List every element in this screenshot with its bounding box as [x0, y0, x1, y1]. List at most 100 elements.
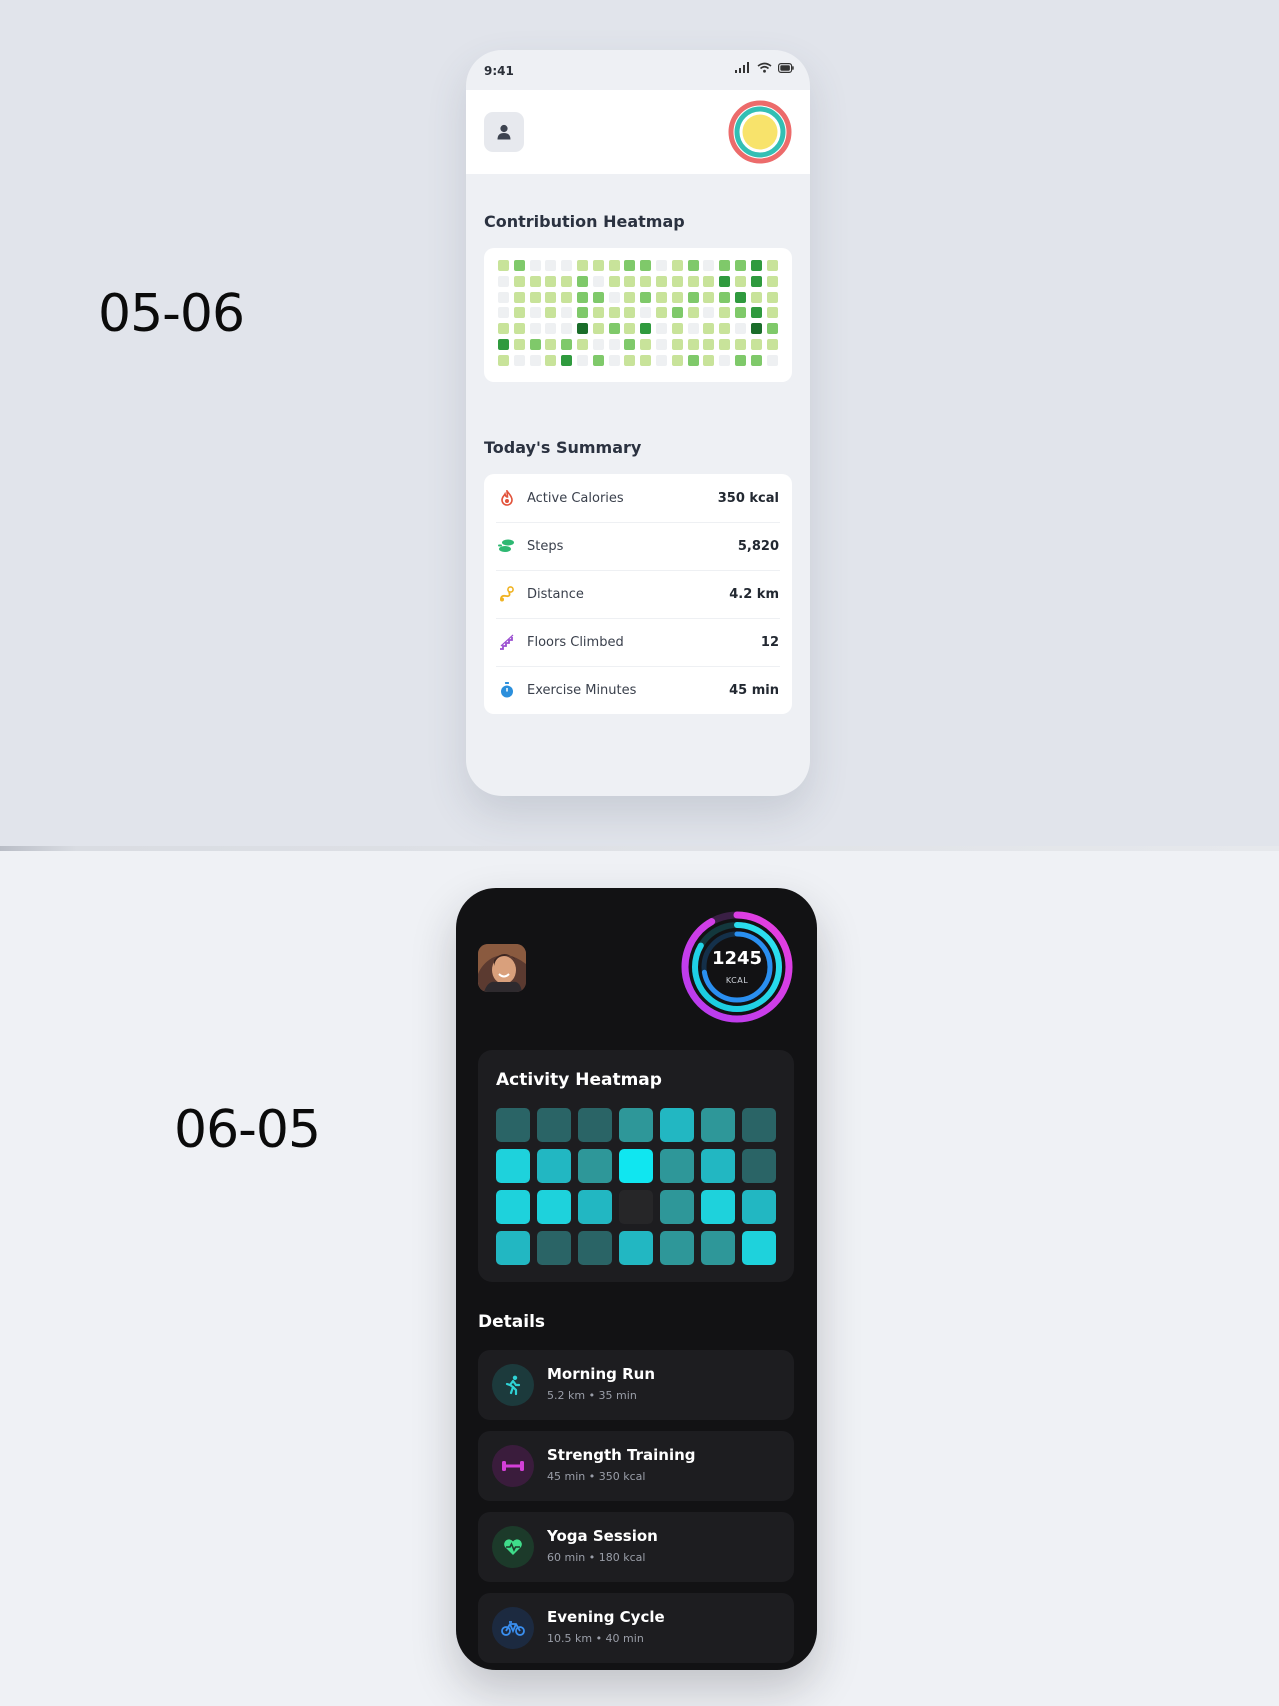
heatmap-cell[interactable] [496, 1149, 530, 1183]
heatmap-cell[interactable] [496, 1231, 530, 1265]
heatmap-cell[interactable] [576, 338, 588, 350]
heatmap-cell[interactable] [640, 291, 652, 303]
heatmap-cell[interactable] [703, 260, 715, 271]
heatmap-cell[interactable] [529, 323, 541, 335]
heatmap-cell[interactable] [703, 307, 715, 319]
heatmap-cell[interactable] [750, 354, 762, 366]
heatmap-cell[interactable] [561, 291, 573, 303]
heatmap-cell[interactable] [608, 307, 620, 319]
heatmap-cell[interactable] [734, 323, 746, 335]
heatmap-cell[interactable] [529, 275, 541, 287]
heatmap-cell[interactable] [766, 291, 778, 303]
heatmap-cell[interactable] [687, 307, 699, 319]
heatmap-cell[interactable] [576, 275, 588, 287]
summary-row-distance[interactable]: Distance 4.2 km [484, 570, 792, 618]
heatmap-cell[interactable] [498, 260, 509, 271]
heatmap-cell[interactable] [498, 307, 509, 319]
heatmap-cell[interactable] [719, 307, 731, 319]
heatmap-cell[interactable] [545, 291, 557, 303]
heatmap-cell[interactable] [640, 260, 652, 271]
activity-ring[interactable] [728, 100, 792, 164]
heatmap-cell[interactable] [640, 307, 652, 319]
heatmap-cell[interactable] [545, 260, 557, 271]
heatmap-cell[interactable] [640, 354, 652, 366]
heatmap-cell[interactable] [766, 354, 778, 366]
heatmap-cell[interactable] [498, 354, 509, 366]
activity-item-evening-cycle[interactable]: Evening Cycle 10.5 km • 40 min [478, 1593, 794, 1663]
heatmap-cell[interactable] [513, 338, 525, 350]
heatmap-cell[interactable] [734, 338, 746, 350]
heatmap-cell[interactable] [687, 260, 699, 271]
heatmap-cell[interactable] [766, 260, 778, 271]
heatmap-cell[interactable] [592, 291, 604, 303]
activity-item-strength-training[interactable]: Strength Training 45 min • 350 kcal [478, 1431, 794, 1501]
heatmap-cell[interactable] [734, 307, 746, 319]
heatmap-cell[interactable] [703, 323, 715, 335]
heatmap-cell[interactable] [576, 307, 588, 319]
heatmap-cell[interactable] [578, 1190, 612, 1224]
heatmap-cell[interactable] [719, 338, 731, 350]
heatmap-cell[interactable] [496, 1108, 530, 1142]
heatmap-cell[interactable] [561, 260, 573, 271]
heatmap-cell[interactable] [624, 275, 636, 287]
heatmap-cell[interactable] [750, 260, 762, 271]
heatmap-cell[interactable] [608, 338, 620, 350]
heatmap-cell[interactable] [498, 338, 509, 350]
heatmap-cell[interactable] [734, 354, 746, 366]
heatmap-cell[interactable] [545, 275, 557, 287]
profile-avatar[interactable] [478, 944, 526, 992]
heatmap-cell[interactable] [655, 291, 667, 303]
heatmap-cell[interactable] [608, 354, 620, 366]
heatmap-cell[interactable] [750, 307, 762, 319]
heatmap-cell[interactable] [624, 291, 636, 303]
heatmap-cell[interactable] [766, 307, 778, 319]
heatmap-cell[interactable] [671, 291, 683, 303]
heatmap-cell[interactable] [608, 260, 620, 271]
heatmap-cell[interactable] [545, 338, 557, 350]
heatmap-cell[interactable] [498, 291, 509, 303]
heatmap-cell[interactable] [576, 354, 588, 366]
heatmap-cell[interactable] [608, 291, 620, 303]
heatmap-cell[interactable] [719, 275, 731, 287]
heatmap-cell[interactable] [640, 275, 652, 287]
heatmap-cell[interactable] [537, 1190, 571, 1224]
heatmap-cell[interactable] [660, 1149, 694, 1183]
heatmap-cell[interactable] [529, 260, 541, 271]
heatmap-cell[interactable] [576, 323, 588, 335]
heatmap-cell[interactable] [619, 1108, 653, 1142]
heatmap-cell[interactable] [671, 260, 683, 271]
heatmap-cell[interactable] [496, 1190, 530, 1224]
heatmap-cell[interactable] [750, 338, 762, 350]
heatmap-cell[interactable] [687, 354, 699, 366]
heatmap-cell[interactable] [701, 1190, 735, 1224]
heatmap-cell[interactable] [687, 291, 699, 303]
heatmap-cell[interactable] [719, 291, 731, 303]
heatmap-cell[interactable] [576, 260, 588, 271]
heatmap-cell[interactable] [545, 307, 557, 319]
heatmap-cell[interactable] [703, 338, 715, 350]
heatmap-cell[interactable] [671, 323, 683, 335]
heatmap-cell[interactable] [513, 260, 525, 271]
heatmap-cell[interactable] [624, 354, 636, 366]
heatmap-cell[interactable] [592, 354, 604, 366]
heatmap-cell[interactable] [766, 275, 778, 287]
heatmap-cell[interactable] [640, 323, 652, 335]
heatmap-cell[interactable] [766, 338, 778, 350]
summary-row-steps[interactable]: Steps 5,820 [484, 522, 792, 570]
summary-row-active-calories[interactable]: Active Calories 350 kcal [484, 474, 792, 522]
heatmap-cell[interactable] [537, 1149, 571, 1183]
heatmap-cell[interactable] [671, 338, 683, 350]
heatmap-cell[interactable] [608, 323, 620, 335]
heatmap-cell[interactable] [561, 338, 573, 350]
heatmap-cell[interactable] [640, 338, 652, 350]
heatmap-cell[interactable] [619, 1149, 653, 1183]
heatmap-cell[interactable] [513, 291, 525, 303]
heatmap-cell[interactable] [719, 260, 731, 271]
heatmap-cell[interactable] [619, 1190, 653, 1224]
heatmap-cell[interactable] [742, 1149, 776, 1183]
heatmap-cell[interactable] [766, 323, 778, 335]
heatmap-cell[interactable] [687, 323, 699, 335]
heatmap-cell[interactable] [701, 1231, 735, 1265]
heatmap-cell[interactable] [624, 307, 636, 319]
heatmap-cell[interactable] [671, 275, 683, 287]
